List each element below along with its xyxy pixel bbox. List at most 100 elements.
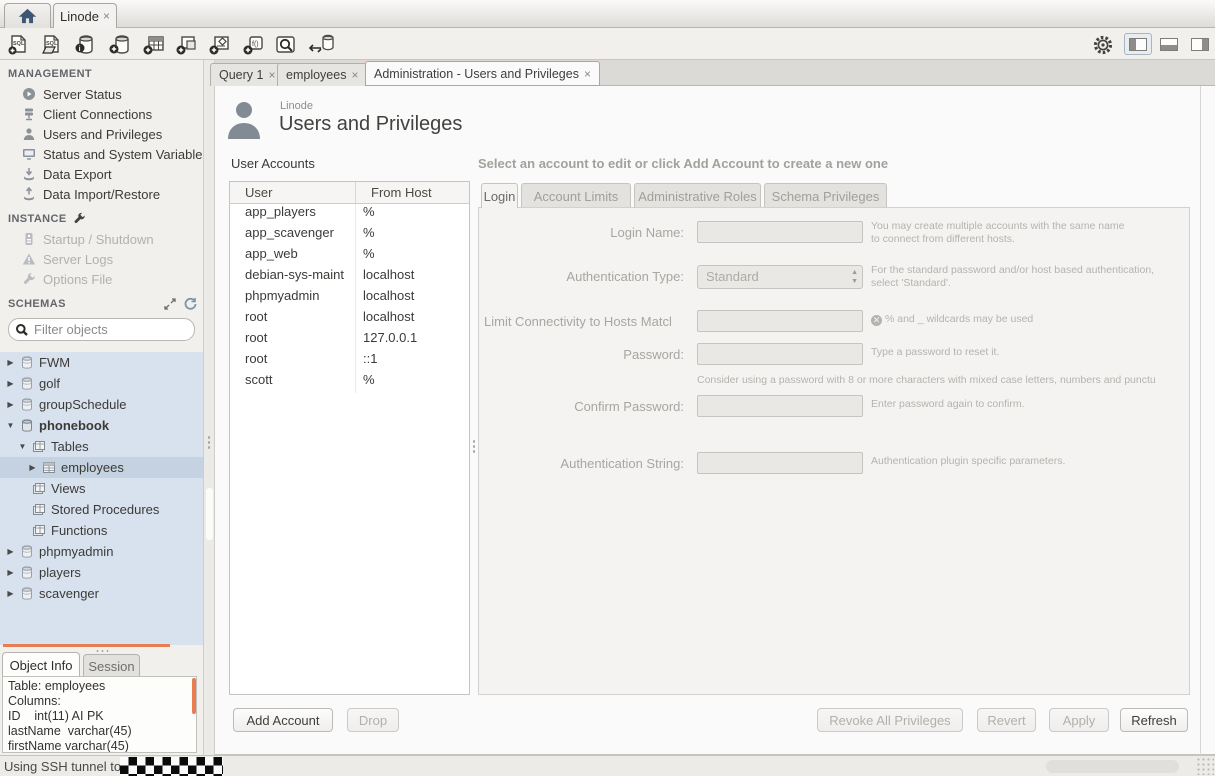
create-schema-icon[interactable] — [106, 32, 134, 57]
table-row[interactable]: phpmyadminlocalhost — [230, 288, 469, 309]
close-icon[interactable]: × — [584, 68, 591, 80]
scrollbar-thumb[interactable] — [206, 488, 213, 540]
splitter-grip[interactable] — [95, 649, 109, 653]
revert-button[interactable]: Revert — [977, 708, 1036, 732]
toggle-secondary-sidebar-button[interactable] — [1186, 33, 1214, 55]
home-tab[interactable] — [4, 3, 51, 28]
tab-session[interactable]: Session — [83, 654, 140, 677]
toggle-output-button[interactable] — [1155, 33, 1183, 55]
auth-string-input[interactable] — [697, 452, 863, 474]
create-table-icon[interactable] — [140, 32, 168, 57]
close-icon[interactable]: × — [268, 69, 275, 81]
table-row[interactable]: root127.0.0.1 — [230, 330, 469, 351]
chevron-right-icon[interactable]: ▶ — [6, 589, 15, 598]
tree-item-table-employees[interactable]: ▶ employees — [0, 457, 203, 478]
tab-account-limits[interactable]: Account Limits — [521, 183, 631, 208]
tree-item-schema[interactable]: ▶ players — [0, 562, 203, 583]
chevron-right-icon[interactable]: ▶ — [6, 568, 15, 577]
tab-administrative-roles[interactable]: Administrative Roles — [634, 183, 761, 208]
limit-hosts-input[interactable] — [697, 310, 863, 332]
resize-grip[interactable] — [1196, 757, 1214, 775]
chevron-right-icon[interactable]: ▶ — [6, 400, 15, 409]
chevron-right-icon[interactable]: ▶ — [28, 463, 37, 472]
inspect-database-icon[interactable]: i — [71, 32, 99, 57]
apply-button[interactable]: Apply — [1049, 708, 1109, 732]
column-header-user[interactable]: User — [230, 182, 356, 203]
expand-schemas-icon[interactable] — [164, 298, 176, 310]
auth-type-select[interactable]: Standard ▲▼ — [697, 265, 863, 289]
sidebar-item-server-logs[interactable]: Server Logs — [0, 249, 203, 269]
sidebar-item-startup-shutdown[interactable]: Startup / Shutdown — [0, 229, 203, 249]
search-data-icon[interactable] — [272, 32, 300, 57]
confirm-password-label: Confirm Password: — [479, 399, 684, 414]
tab-query-1[interactable]: Query 1 × — [210, 63, 284, 86]
table-row[interactable]: scott% — [230, 372, 469, 393]
table-row[interactable]: root::1 — [230, 351, 469, 372]
tree-item-schema[interactable]: ▶ FWM — [0, 352, 203, 373]
select-account-hint: Select an account to edit or click Add A… — [478, 156, 888, 171]
refresh-button[interactable]: Refresh — [1120, 708, 1188, 732]
schema-filter-box[interactable] — [8, 318, 195, 341]
chevron-down-icon[interactable]: ▼ — [6, 421, 15, 430]
tree-item-views-folder[interactable]: Views — [0, 478, 203, 499]
table-row[interactable]: app_web% — [230, 246, 469, 267]
spinner-arrows-icon[interactable]: ▲▼ — [851, 268, 858, 286]
sidebar-item-options-file[interactable]: Options File — [0, 269, 203, 289]
chevron-right-icon[interactable]: ▶ — [6, 379, 15, 388]
add-account-button[interactable]: Add Account — [233, 708, 333, 732]
tree-item-schema[interactable]: ▶ phpmyadmin — [0, 541, 203, 562]
drop-button[interactable]: Drop — [347, 708, 399, 732]
procedures-folder-icon — [32, 503, 46, 516]
login-name-input[interactable] — [697, 221, 863, 243]
chevron-right-icon[interactable]: ▶ — [6, 547, 15, 556]
refresh-schemas-icon[interactable] — [184, 297, 197, 310]
main-toolbar: SQL SQL i f() — [0, 28, 1215, 60]
navigator-sidebar: MANAGEMENT Server Status Client Connecti… — [0, 60, 203, 755]
revoke-all-privileges-button[interactable]: Revoke All Privileges — [817, 708, 963, 732]
auth-string-label: Authentication String: — [479, 456, 684, 471]
tree-item-schema[interactable]: ▶ scavenger — [0, 583, 203, 604]
tab-login[interactable]: Login — [481, 183, 518, 208]
sidebar-item-users-and-privileges[interactable]: Users and Privileges — [0, 124, 203, 144]
sidebar-item-server-status[interactable]: Server Status — [0, 84, 203, 104]
connection-tab[interactable]: Linode × — [53, 3, 117, 28]
scrollbar-thumb[interactable] — [192, 678, 196, 714]
table-row[interactable]: app_players% — [230, 204, 469, 225]
tab-employees[interactable]: employees × — [277, 63, 367, 86]
tab-schema-privileges[interactable]: Schema Privileges — [764, 183, 887, 208]
new-sql-tab-icon[interactable]: SQL — [4, 32, 32, 57]
create-procedure-icon[interactable] — [206, 32, 234, 57]
chevron-right-icon[interactable]: ▶ — [6, 358, 15, 367]
tab-administration-users-privileges[interactable]: Administration - Users and Privileges × — [365, 61, 600, 86]
main-area: Query 1 × employees × Administration - U… — [215, 60, 1215, 755]
table-row[interactable]: rootlocalhost — [230, 309, 469, 330]
password-input[interactable] — [697, 343, 863, 365]
tab-object-info[interactable]: Object Info — [2, 652, 80, 677]
tree-item-tables-folder[interactable]: ▼ Tables — [0, 436, 203, 457]
sidebar-item-data-import[interactable]: Data Import/Restore — [0, 184, 203, 204]
close-icon[interactable]: × — [103, 10, 110, 22]
create-view-icon[interactable] — [173, 32, 201, 57]
tree-item-stored-procedures-folder[interactable]: Stored Procedures — [0, 499, 203, 520]
schema-filter-input[interactable] — [34, 322, 184, 337]
sidebar-item-status-system-variables[interactable]: Status and System Variables — [0, 144, 203, 164]
tree-item-schema-phonebook[interactable]: ▼ phonebook — [0, 415, 203, 436]
login-name-help: You may create multiple accounts with th… — [871, 220, 1191, 246]
tree-item-functions-folder[interactable]: Functions — [0, 520, 203, 541]
create-function-icon[interactable]: f() — [240, 32, 268, 57]
sidebar-item-client-connections[interactable]: Client Connections — [0, 104, 203, 124]
chevron-down-icon[interactable]: ▼ — [18, 442, 27, 451]
open-sql-script-icon[interactable]: SQL — [37, 32, 65, 57]
confirm-password-input[interactable] — [697, 395, 863, 417]
table-row[interactable]: app_scavenger% — [230, 225, 469, 246]
tree-item-schema[interactable]: ▶ golf — [0, 373, 203, 394]
close-icon[interactable]: × — [351, 69, 358, 81]
gear-icon[interactable] — [1089, 32, 1117, 57]
sidebar-splitter[interactable] — [203, 60, 215, 755]
tree-item-schema[interactable]: ▶ groupSchedule — [0, 394, 203, 415]
table-row[interactable]: debian-sys-maintlocalhost — [230, 267, 469, 288]
column-header-from-host[interactable]: From Host — [356, 182, 432, 203]
toggle-sidebar-button[interactable] — [1124, 33, 1152, 55]
sidebar-item-data-export[interactable]: Data Export — [0, 164, 203, 184]
reconnect-dba-icon[interactable] — [308, 32, 336, 57]
